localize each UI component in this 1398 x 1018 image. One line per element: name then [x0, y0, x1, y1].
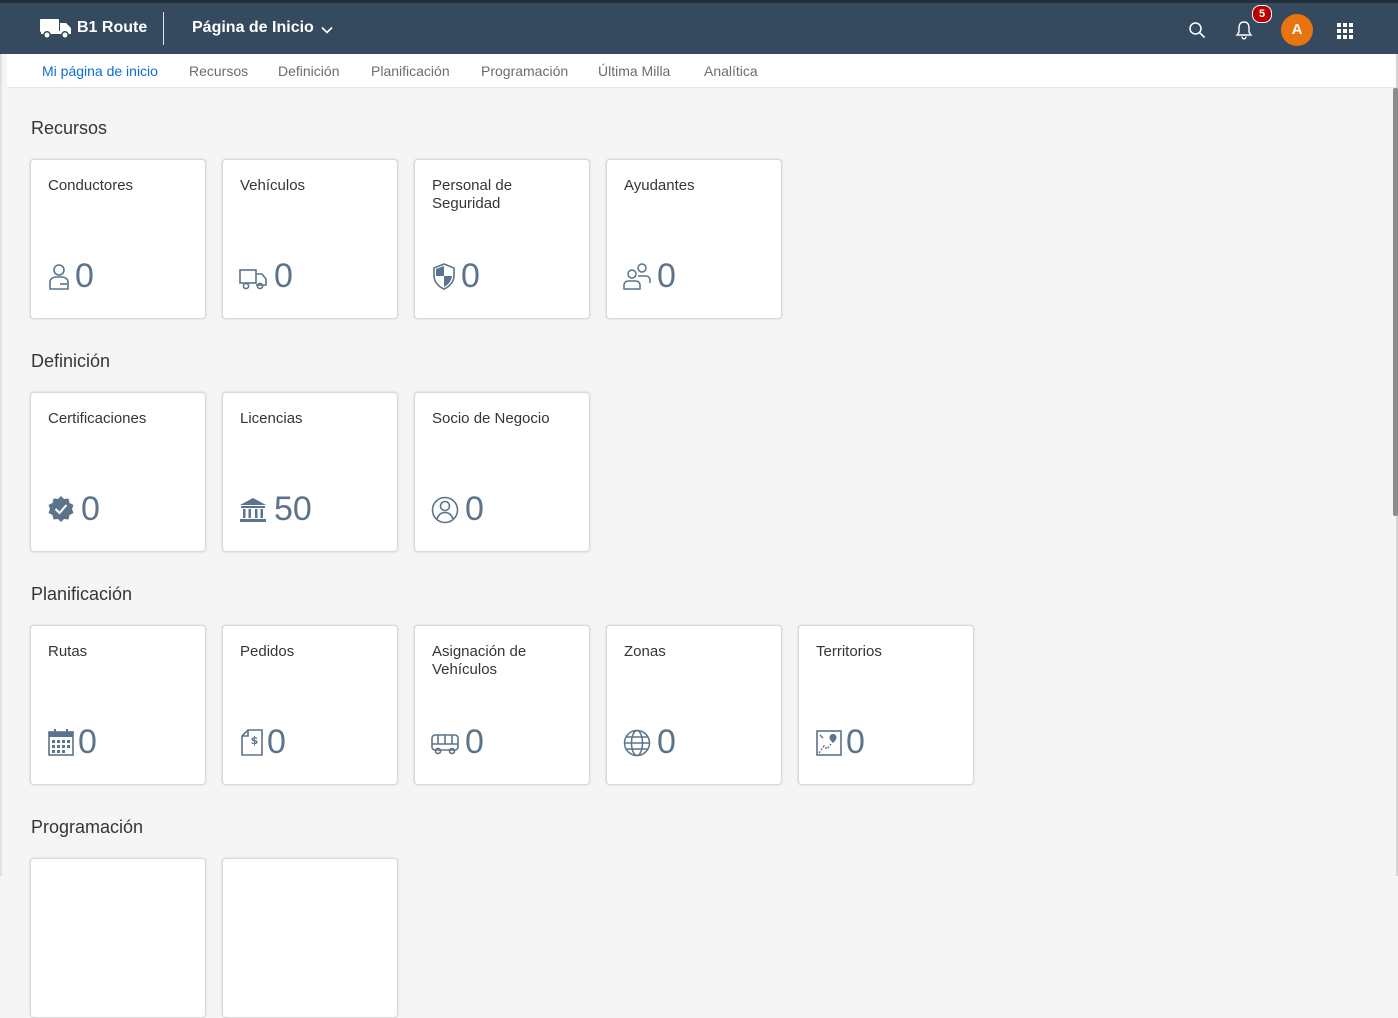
section-title-recursos: Recursos [31, 118, 108, 138]
shell-separator [163, 12, 164, 45]
tab-programacion[interactable]: Programación [481, 63, 568, 79]
tile-value: 0 [657, 723, 676, 761]
tile-value: 0 [846, 723, 865, 761]
tile-conductores[interactable]: Conductores 0 [30, 159, 206, 319]
tile-programacion-1[interactable] [30, 858, 206, 1018]
tile-programacion-2[interactable] [222, 858, 398, 1018]
tile-personal-de-seguridad[interactable]: Personal de Seguridad 0 [414, 159, 590, 319]
section-title-definicion: Definición [31, 351, 111, 371]
certificate-icon [47, 494, 75, 524]
section-title-planificacion: Planificación [31, 584, 133, 604]
driver-icon [47, 261, 75, 291]
tile-title: Socio de Negocio [432, 410, 550, 427]
tile-value: 0 [81, 490, 100, 528]
tile-title: Rutas [48, 643, 88, 660]
anchor-navigation-bar: Mi página de inicio Recursos Definición … [7, 54, 1395, 88]
tile-certificaciones[interactable]: Certificaciones 0 [30, 392, 206, 552]
shell-bar: B1 Route Página de Inicio 5 A [0, 0, 1398, 54]
tile-value: 0 [465, 490, 484, 528]
helpers-icon [623, 261, 651, 291]
tile-socio-de-negocio[interactable]: Socio de Negocio 0 [414, 392, 590, 552]
tile-value: 0 [465, 723, 484, 761]
tile-value: 0 [274, 257, 293, 295]
tile-title: Certificaciones [48, 410, 147, 427]
notification-bell-icon[interactable] [1235, 20, 1253, 40]
tile-value: 0 [657, 257, 676, 295]
svg-text:$: $ [251, 734, 259, 747]
tile-title: Zonas [624, 643, 666, 660]
tile-territorios[interactable]: Territorios 0 [798, 625, 974, 785]
tile-licencias[interactable]: Licencias 50 [222, 392, 398, 552]
left-border [0, 54, 2, 876]
tile-title: Asignación de Vehículos [432, 643, 527, 678]
calendar-icon [47, 727, 75, 757]
sales-document-icon: $ [239, 727, 267, 757]
vertical-scrollbar[interactable] [1393, 88, 1398, 516]
tile-title: Ayudantes [624, 177, 695, 194]
tile-value: 0 [267, 723, 286, 761]
tile-pedidos[interactable]: Pedidos $ 0 [222, 625, 398, 785]
tile-title: Licencias [240, 410, 303, 427]
tile-title: Vehículos [240, 177, 306, 194]
tab-planificacion[interactable]: Planificación [371, 63, 450, 79]
map-icon [815, 727, 843, 757]
partner-icon [431, 494, 459, 524]
truck-logo-icon[interactable] [40, 17, 72, 39]
truck-icon [239, 261, 267, 291]
bus-icon [431, 727, 459, 757]
tile-asignacion-de-vehiculos[interactable]: Asignación de Vehículos 0 [414, 625, 590, 785]
search-icon[interactable] [1188, 21, 1206, 39]
tile-vehiculos[interactable]: Vehículos 0 [222, 159, 398, 319]
page-title-menu[interactable]: Página de Inicio [192, 19, 314, 37]
tile-value: 50 [274, 490, 312, 528]
globe-icon [623, 727, 651, 757]
tile-title: Territorios [816, 643, 882, 660]
tab-mi-pagina-de-inicio[interactable]: Mi página de inicio [42, 63, 158, 79]
institution-icon [239, 494, 267, 524]
tile-title: Conductores [48, 177, 134, 194]
notification-count-badge[interactable]: 5 [1252, 5, 1272, 23]
tile-value: 0 [75, 257, 94, 295]
chevron-down-icon[interactable] [320, 23, 334, 37]
tile-zonas[interactable]: Zonas 0 [606, 625, 782, 785]
tab-recursos[interactable]: Recursos [189, 63, 248, 79]
tile-value: 0 [78, 723, 97, 761]
tile-value: 0 [461, 257, 480, 295]
tab-analitica[interactable]: Analítica [704, 63, 758, 79]
section-title-programacion: Programación [31, 817, 144, 837]
app-name[interactable]: B1 Route [77, 19, 147, 37]
tile-title: Pedidos [240, 643, 295, 660]
tab-definicion[interactable]: Definición [278, 63, 339, 79]
tab-ultima-milla[interactable]: Última Milla [598, 63, 670, 79]
tile-ayudantes[interactable]: Ayudantes 0 [606, 159, 782, 319]
user-avatar[interactable]: A [1281, 14, 1313, 46]
shield-icon [431, 261, 459, 291]
app-grid-icon[interactable] [1337, 23, 1353, 39]
tile-rutas[interactable]: Rutas 0 [30, 625, 206, 785]
tile-title: Personal de Seguridad [432, 177, 513, 212]
